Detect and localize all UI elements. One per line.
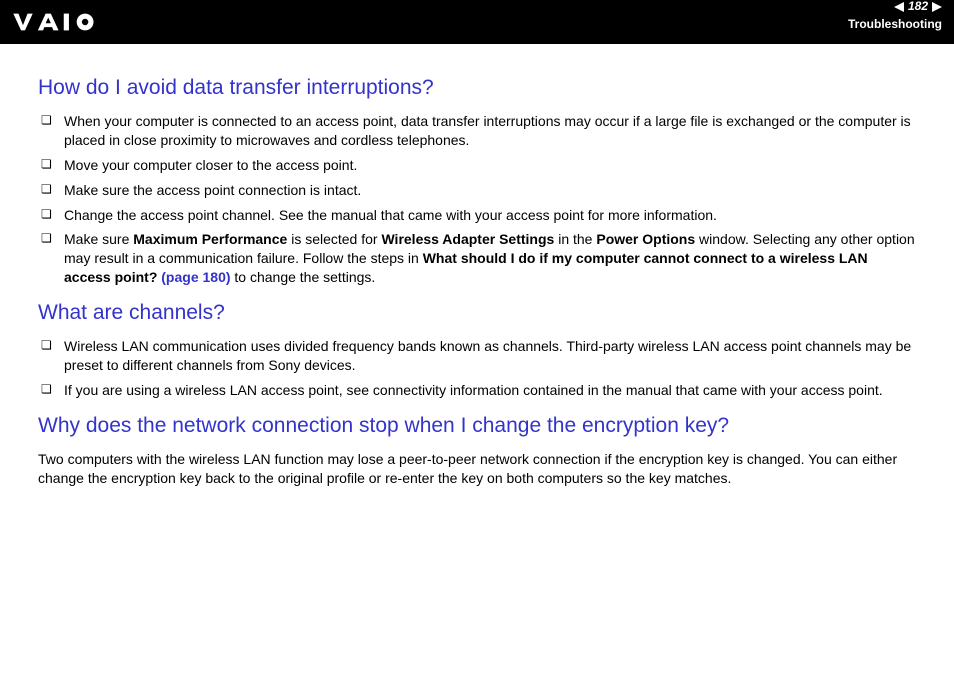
bullet-list: Wireless LAN communication uses divided … [38,337,916,400]
paragraph: Two computers with the wireless LAN func… [38,450,916,488]
list-item: Wireless LAN communication uses divided … [38,337,916,375]
list-item: When your computer is connected to an ac… [38,112,916,150]
bold-text: Power Options [596,231,695,247]
bold-text: Maximum Performance [133,231,287,247]
list-text: Wireless LAN communication uses divided … [64,338,911,373]
next-page-arrow-icon[interactable] [932,2,942,12]
page-nav: 182 [848,0,942,15]
list-text: Move your computer closer to the access … [64,157,357,173]
list-item: Make sure Maximum Performance is selecte… [38,230,916,287]
section-label: Troubleshooting [848,17,942,33]
bullet-list: When your computer is connected to an ac… [38,112,916,287]
page-link[interactable]: (page 180) [161,269,230,285]
page-number: 182 [908,0,928,15]
list-text: Change the access point channel. See the… [64,207,717,223]
prev-page-arrow-icon[interactable] [894,2,904,12]
text: to change the settings. [231,269,376,285]
list-text: When your computer is connected to an ac… [64,113,911,148]
text: is selected for [287,231,381,247]
list-item: Move your computer closer to the access … [38,156,916,175]
heading-encryption-key: Why does the network connection stop whe… [38,414,916,438]
list-text: Make sure the access point connection is… [64,182,361,198]
list-item: Change the access point channel. See the… [38,206,916,225]
text: Make sure [64,231,133,247]
page-content: How do I avoid data transfer interruptio… [0,44,954,516]
bold-text: Wireless Adapter Settings [381,231,554,247]
header-meta: 182 Troubleshooting [848,11,942,32]
vaio-logo [12,11,116,33]
list-item: Make sure the access point connection is… [38,181,916,200]
heading-channels: What are channels? [38,301,916,325]
heading-data-transfer: How do I avoid data transfer interruptio… [38,76,916,100]
text: in the [554,231,596,247]
list-text: If you are using a wireless LAN access p… [64,382,883,398]
list-item: If you are using a wireless LAN access p… [38,381,916,400]
page-header: 182 Troubleshooting [0,0,954,44]
